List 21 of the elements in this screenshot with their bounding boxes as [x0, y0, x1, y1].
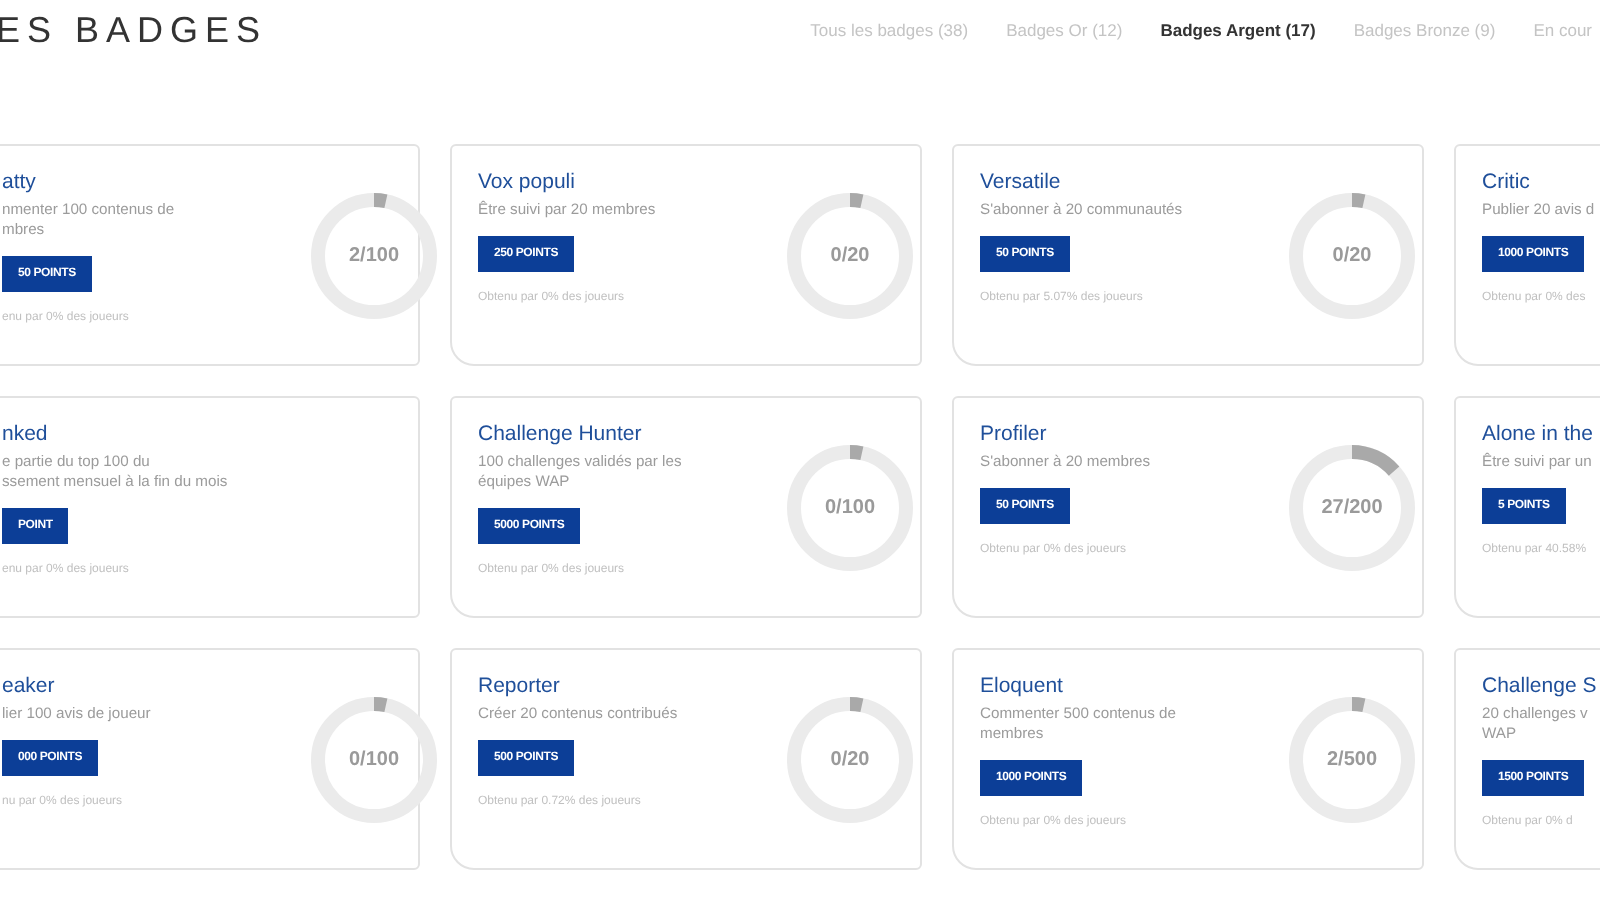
- progress-count: 27/200: [1321, 496, 1383, 518]
- progress-count: 0/20: [830, 244, 870, 266]
- progress-count: 2/100: [348, 244, 400, 266]
- progress-count: 0/100: [348, 748, 400, 770]
- badge-title: Alone in the: [1482, 422, 1593, 446]
- badge-title: nked: [2, 422, 48, 446]
- badge-title: Vox populi: [478, 170, 575, 194]
- badge-title: Profiler: [980, 422, 1047, 446]
- badge-title: atty: [2, 170, 36, 194]
- badge-title: Versatile: [980, 170, 1061, 194]
- badge-title: Critic: [1482, 170, 1530, 194]
- progress-count: 0/100: [824, 496, 876, 518]
- progress-count: 0/20: [830, 748, 870, 770]
- progress-count: 2/500: [1326, 748, 1378, 770]
- badge-title: Reporter: [478, 674, 560, 698]
- badge-title: Challenge Hunter: [478, 422, 642, 446]
- badge-title: Eloquent: [980, 674, 1063, 698]
- progress-count: 0/20: [1332, 244, 1372, 266]
- filter-tab[interactable]: Badges Argent (17): [1160, 20, 1316, 40]
- badge-title: Challenge S: [1482, 674, 1597, 698]
- badge-title: eaker: [2, 674, 55, 698]
